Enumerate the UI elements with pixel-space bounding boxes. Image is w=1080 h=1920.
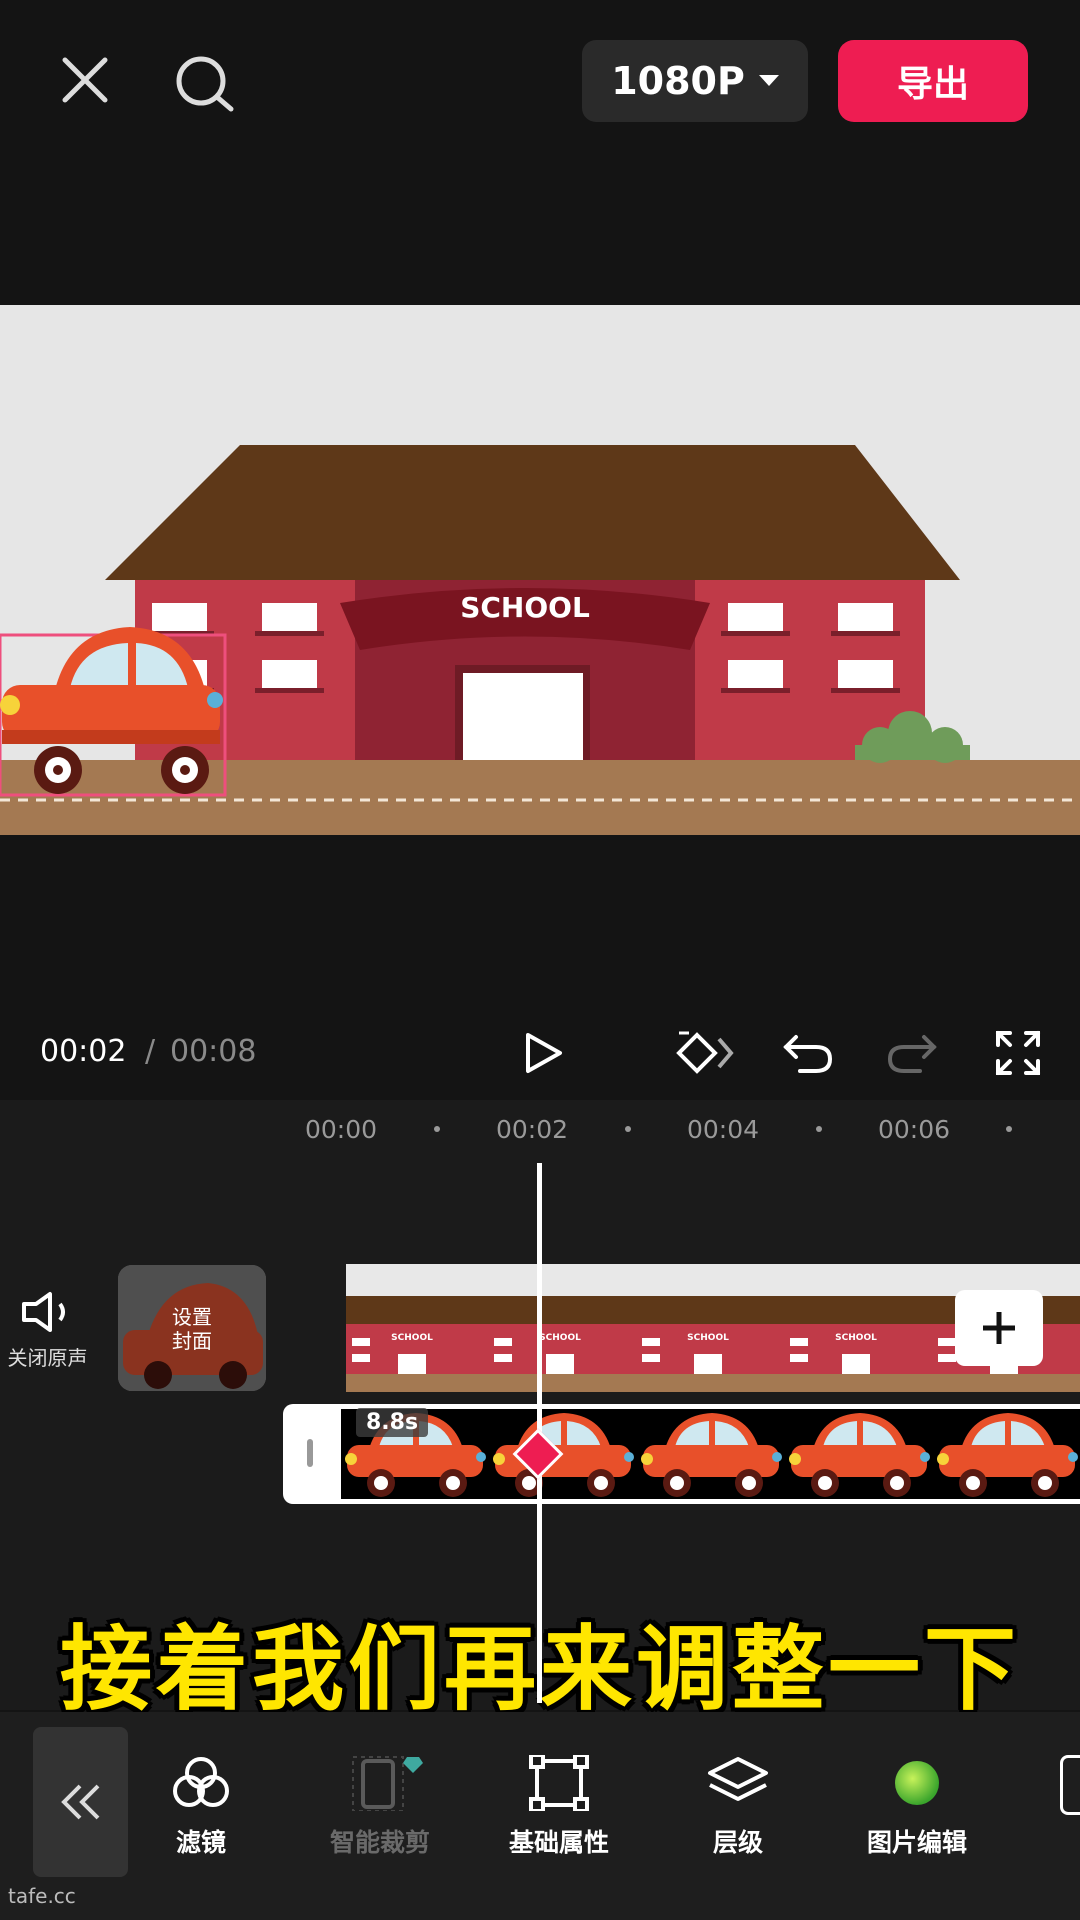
fullscreen-icon[interactable] (988, 1025, 1048, 1081)
car-overlay-track[interactable] (341, 1404, 1080, 1504)
timeline-tick: 00:04 (687, 1115, 760, 1144)
tool-filter[interactable]: 滤镜 (126, 1755, 276, 1859)
timeline-tick-dot (816, 1126, 822, 1132)
filter-icon (173, 1757, 229, 1807)
car-frame-thumbnail (937, 1413, 1078, 1497)
timeline-tick-dot (1006, 1126, 1012, 1132)
cover-label-line2: 封面 (172, 1329, 212, 1353)
transform-icon (529, 1753, 589, 1813)
tool-label: 图片编辑 (866, 1828, 967, 1857)
collapse-back-button[interactable] (33, 1727, 128, 1877)
mute-label: 关闭原声 (7, 1346, 88, 1370)
mini-school-sign: SCHOOL (835, 1333, 877, 1343)
tool-basic-properties[interactable]: 基础属性 (484, 1753, 634, 1859)
resolution-dropdown[interactable]: 1080P (582, 40, 808, 122)
tool-label: 层级 (712, 1828, 763, 1857)
caret-down-icon (758, 75, 779, 86)
set-cover-button[interactable]: 设置 封面 (118, 1265, 266, 1391)
tool-label: 滤镜 (175, 1828, 226, 1857)
export-button[interactable]: 导出 (838, 40, 1028, 122)
tool-layers[interactable]: 层级 (663, 1755, 813, 1859)
video-preview[interactable]: SCHOOL (0, 305, 1080, 835)
mute-original-audio-button[interactable]: 关闭原声 (0, 1290, 95, 1400)
timeline-tick-dot (625, 1126, 631, 1132)
car-frame-thumbnail (789, 1413, 930, 1497)
tool-label: 智能裁剪 (329, 1828, 430, 1857)
tool-label: 基础属性 (508, 1828, 609, 1857)
resolution-label: 1080P (611, 59, 745, 103)
image-edit-icon (895, 1761, 939, 1805)
mini-school-sign: SCHOOL (687, 1333, 729, 1343)
undo-icon[interactable] (778, 1025, 838, 1081)
total-time: 00:08 (170, 1034, 257, 1069)
tool-more-partial[interactable] (1060, 1755, 1080, 1815)
play-icon[interactable] (512, 1025, 572, 1081)
watermark: tafe.cc (8, 1884, 76, 1908)
search-icon[interactable] (170, 50, 240, 120)
close-icon[interactable] (55, 50, 115, 110)
car-frame-thumbnail (641, 1413, 782, 1497)
keyframe-add-icon[interactable] (672, 1025, 740, 1081)
timeline-tick-dot (434, 1126, 440, 1132)
layers-icon (708, 1757, 768, 1801)
school-sign-text: SCHOOL (460, 591, 590, 624)
plus-icon (983, 1312, 1015, 1344)
redo-icon[interactable] (882, 1025, 942, 1081)
add-clip-button[interactable] (955, 1290, 1043, 1366)
time-separator: / (145, 1034, 156, 1069)
current-time: 00:02 (40, 1034, 127, 1069)
clip-trim-handle-left[interactable] (283, 1404, 341, 1504)
tool-image-edit[interactable]: 图片编辑 (842, 1755, 992, 1859)
speaker-icon (21, 1292, 65, 1332)
mini-school-sign: SCHOOL (539, 1333, 581, 1343)
timeline-tick: 00:00 (305, 1115, 378, 1144)
double-chevron-left-icon (60, 1784, 99, 1820)
timeline-tick: 00:06 (878, 1115, 951, 1144)
mini-school-sign: SCHOOL (391, 1333, 433, 1343)
clip-duration-badge: 8.8s (356, 1408, 429, 1437)
smart-crop-icon (352, 1756, 423, 1812)
timeline-tick: 00:02 (496, 1115, 569, 1144)
tool-smart-crop[interactable]: 智能裁剪 (305, 1755, 455, 1859)
cover-label-line1: 设置 (172, 1305, 212, 1329)
